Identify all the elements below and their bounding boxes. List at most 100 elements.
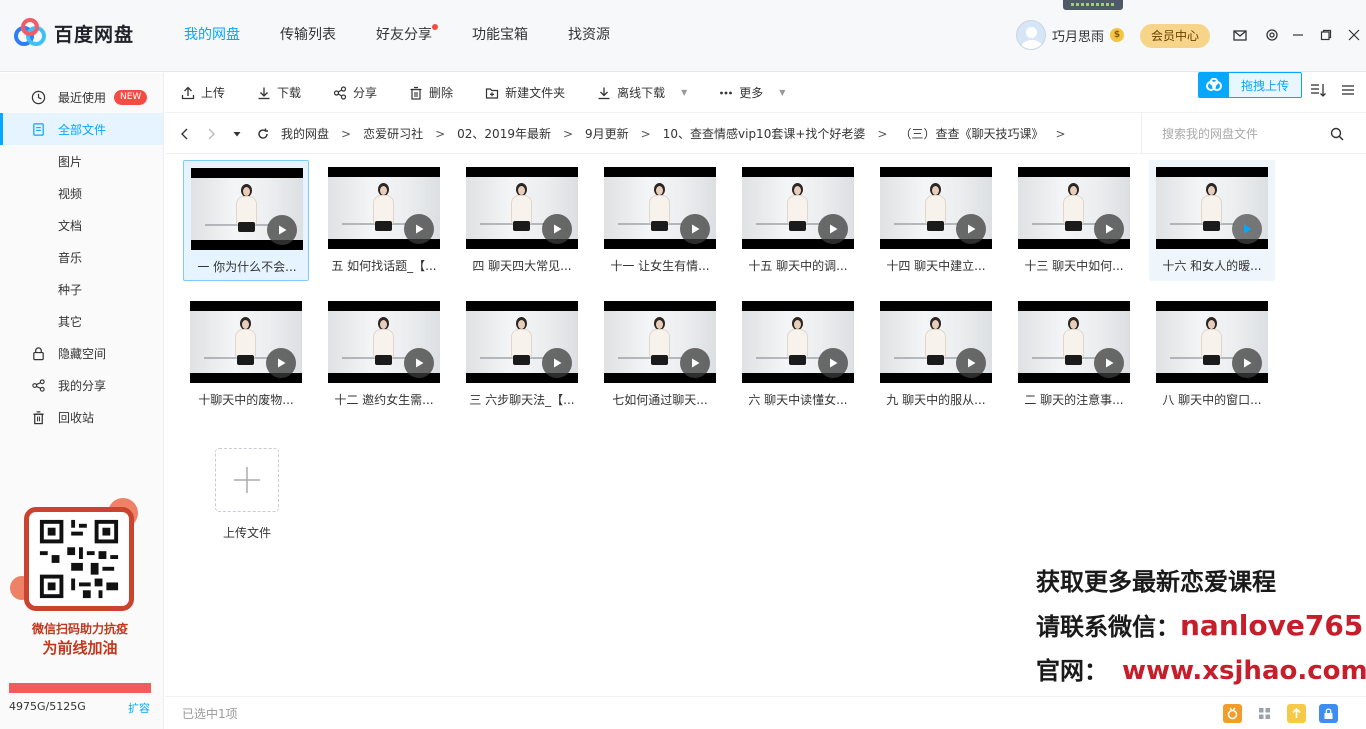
breadcrumb: 我的网盘 > 恋爱研习社 > 02、2019年最新 > 9月更新 > 10、查查… xyxy=(281,125,1078,142)
sidebar-item-torrents[interactable]: 种子 xyxy=(0,273,163,305)
breadcrumb-item[interactable]: 恋爱研习社 xyxy=(363,125,423,142)
upload-file-tile[interactable] xyxy=(215,448,279,512)
list-view-icon[interactable] xyxy=(1340,82,1356,98)
sidebar-item-my-share[interactable]: 我的分享 xyxy=(0,369,163,401)
video-file-tile[interactable]: 九 聊天中的服从... xyxy=(873,294,999,415)
video-file-tile[interactable]: 十六 和女人的暧... xyxy=(1149,160,1275,281)
refresh-icon[interactable] xyxy=(257,128,269,140)
sort-icon[interactable] xyxy=(1310,82,1326,98)
delete-button[interactable]: 删除 xyxy=(393,73,469,113)
nav-transfer-list[interactable]: 传输列表 xyxy=(260,0,356,72)
upload-arrow-icon[interactable] xyxy=(1287,704,1306,723)
new-folder-icon xyxy=(485,87,499,99)
sidebar-item-recycle-bin[interactable]: 回收站 xyxy=(0,401,163,433)
lock-icon[interactable] xyxy=(1319,704,1338,723)
video-file-tile[interactable]: 二 聊天的注意事... xyxy=(1011,294,1137,415)
file-name: 四 聊天四大常见... xyxy=(472,259,572,273)
video-file-tile[interactable]: 四 聊天四大常见... xyxy=(459,160,585,281)
close-icon[interactable] xyxy=(1344,24,1364,46)
upload-button[interactable]: 上传 xyxy=(165,73,241,113)
breadcrumb-item[interactable]: 9月更新 xyxy=(585,125,629,142)
breadcrumb-item[interactable]: 我的网盘 xyxy=(281,125,329,142)
sidebar-item-hidden-space[interactable]: 隐藏空间 xyxy=(0,337,163,369)
video-file-tile[interactable]: 五 如何找话题_【... xyxy=(321,160,447,281)
video-file-tile[interactable]: 六 聊天中读懂女... xyxy=(735,294,861,415)
play-icon[interactable] xyxy=(1232,214,1262,244)
play-icon[interactable] xyxy=(542,214,572,244)
back-arrow-icon[interactable] xyxy=(179,128,191,140)
sidebar-item-videos[interactable]: 视频 xyxy=(0,177,163,209)
offline-download-button[interactable]: 离线下载 ▼ xyxy=(581,73,703,113)
user-info[interactable]: 巧月思雨 $ xyxy=(1016,20,1125,50)
medal-icon[interactable] xyxy=(1223,704,1242,723)
sidebar-item-images[interactable]: 图片 xyxy=(0,145,163,177)
minimize-icon[interactable] xyxy=(1288,24,1308,46)
sidebar-item-others[interactable]: 其它 xyxy=(0,305,163,337)
play-icon[interactable] xyxy=(404,348,434,378)
settings-gear-icon[interactable] xyxy=(1262,24,1282,46)
play-icon[interactable] xyxy=(404,214,434,244)
sidebar-item-recent[interactable]: 最近使用 NEW xyxy=(0,81,163,113)
file-name: 九 聊天中的服从... xyxy=(886,393,986,407)
search-input[interactable] xyxy=(1162,127,1332,141)
mail-icon[interactable] xyxy=(1230,24,1250,46)
file-name: 五 如何找话题_【... xyxy=(331,259,437,273)
forward-arrow-icon[interactable] xyxy=(205,128,217,140)
sidebar-item-music[interactable]: 音乐 xyxy=(0,241,163,273)
app-window: 百度网盘 我的网盘 传输列表 好友分享 功能宝箱 找资源 巧月思雨 $ 会员中心 xyxy=(0,0,1366,729)
breadcrumb-item[interactable]: 10、查查情感vip10套课+找个好老婆 xyxy=(663,125,866,142)
play-icon[interactable] xyxy=(266,348,296,378)
play-icon[interactable] xyxy=(1094,348,1124,378)
video-thumbnail xyxy=(191,168,303,250)
video-file-tile[interactable]: 十聊天中的废物... xyxy=(183,294,309,415)
share-button[interactable]: 分享 xyxy=(317,73,393,113)
play-icon[interactable] xyxy=(956,214,986,244)
clock-icon xyxy=(30,89,46,105)
video-thumbnail xyxy=(1156,167,1268,249)
video-file-tile[interactable]: 十三 聊天中如何... xyxy=(1011,160,1137,281)
video-file-tile[interactable]: 十四 聊天中建立... xyxy=(873,160,999,281)
play-icon[interactable] xyxy=(542,348,572,378)
button-label: 更多 xyxy=(739,86,764,100)
download-button[interactable]: 下载 xyxy=(241,73,317,113)
promo-banner[interactable]: 微信扫码助力抗疫 为前线加油 xyxy=(0,498,164,658)
breadcrumb-item[interactable]: 02、2019年最新 xyxy=(457,125,551,142)
video-file-tile[interactable]: 七如何通过聊天... xyxy=(597,294,723,415)
app-logo[interactable]: 百度网盘 xyxy=(14,18,134,48)
video-file-tile[interactable]: 十一 让女生有情... xyxy=(597,160,723,281)
username: 巧月思雨 xyxy=(1052,29,1105,45)
play-icon[interactable] xyxy=(1232,348,1262,378)
play-icon[interactable] xyxy=(1094,214,1124,244)
button-label: 离线下载 xyxy=(617,86,666,100)
toolbar: 上传 下载 分享 删除 新建文件夹 离线下载 ▼ 更多 ▼ xyxy=(165,73,1366,113)
search-icon[interactable] xyxy=(1330,127,1344,141)
play-icon[interactable] xyxy=(680,348,710,378)
watermark-line3: 官网： www.xsjhao.com xyxy=(1036,651,1366,686)
play-icon[interactable] xyxy=(818,348,848,378)
play-icon[interactable] xyxy=(818,214,848,244)
expand-storage-link[interactable]: 扩容 xyxy=(128,700,150,716)
new-folder-button[interactable]: 新建文件夹 xyxy=(469,73,581,113)
video-file-tile[interactable]: 一 你为什么不会... xyxy=(183,160,309,281)
sidebar-item-all-files[interactable]: 全部文件 xyxy=(0,113,163,145)
video-file-tile[interactable]: 十五 聊天中的调... xyxy=(735,160,861,281)
history-dropdown-icon[interactable] xyxy=(231,128,243,140)
drag-upload-button[interactable]: 拖拽上传 xyxy=(1198,72,1302,98)
avatar[interactable] xyxy=(1016,20,1046,50)
apps-grid-icon[interactable] xyxy=(1255,704,1274,723)
play-icon[interactable] xyxy=(680,214,710,244)
video-file-tile[interactable]: 十二 邀约女生需... xyxy=(321,294,447,415)
more-button[interactable]: 更多 ▼ xyxy=(703,73,801,113)
nav-my-netdisk[interactable]: 我的网盘 xyxy=(164,0,260,72)
video-file-tile[interactable]: 八 聊天中的窗口... xyxy=(1149,294,1275,415)
sidebar-item-documents[interactable]: 文档 xyxy=(0,209,163,241)
member-center-button[interactable]: 会员中心 xyxy=(1140,24,1210,48)
play-icon[interactable] xyxy=(267,215,297,245)
maximize-icon[interactable] xyxy=(1316,24,1336,46)
video-file-tile[interactable]: 三 六步聊天法_【... xyxy=(459,294,585,415)
breadcrumb-item[interactable]: （三）查查《聊天技巧课》 xyxy=(899,125,1043,142)
nav-find-resources[interactable]: 找资源 xyxy=(548,0,630,72)
play-icon[interactable] xyxy=(956,348,986,378)
nav-friend-share[interactable]: 好友分享 xyxy=(356,0,452,72)
nav-toolbox[interactable]: 功能宝箱 xyxy=(452,0,548,72)
